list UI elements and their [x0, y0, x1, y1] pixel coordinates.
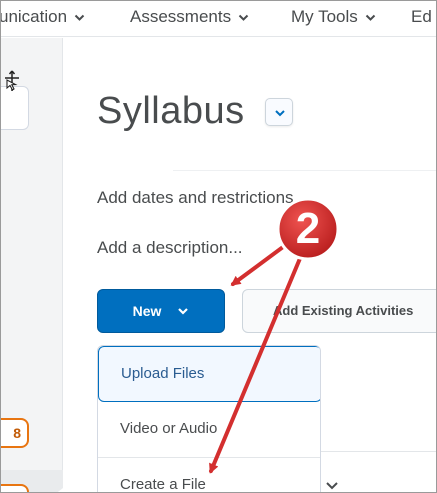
nav-item-communication[interactable]: unication — [0, 7, 85, 27]
content-sidebar: 8 4 — [1, 38, 63, 492]
unread-count-badge: 8 — [1, 418, 29, 448]
add-existing-activities-button[interactable]: Add Existing Activities — [242, 289, 436, 333]
menu-item-create-a-file[interactable]: Create a File — [98, 458, 320, 492]
title-options-button[interactable] — [265, 98, 293, 126]
menu-item-video-or-audio[interactable]: Video or Audio — [98, 402, 320, 458]
nav-item-label: Assessments — [130, 7, 232, 26]
section-divider — [321, 451, 436, 452]
module-content-panel: Syllabus Add dates and restrictions... A… — [63, 38, 436, 492]
top-navigation-bar: unication Assessments My Tools Ed — [0, 1, 436, 37]
chevron-down-icon[interactable] — [325, 478, 339, 492]
nav-item-label: unication — [0, 7, 68, 26]
move-cursor-icon — [3, 70, 21, 92]
chevron-down-icon — [238, 12, 249, 23]
add-description-link[interactable]: Add a description... — [97, 238, 243, 258]
new-button[interactable]: New — [97, 289, 225, 333]
page-title: Syllabus — [97, 90, 245, 132]
screenshot-frame: unication Assessments My Tools Ed 8 Syll… — [0, 0, 437, 493]
sidebar-toggle-button[interactable] — [1, 86, 29, 130]
nav-item-label: My Tools — [291, 7, 358, 26]
unread-count-badge: 4 — [1, 484, 29, 492]
annotation-step-number: 2 — [295, 204, 321, 253]
selected-module-pointer — [45, 488, 63, 492]
nav-item-assessments[interactable]: Assessments — [130, 7, 249, 27]
chevron-down-icon — [177, 305, 189, 317]
new-button-label: New — [132, 303, 162, 319]
chevron-down-icon — [74, 12, 85, 23]
new-dropdown-menu: Upload Files Video or Audio Create a Fil… — [97, 345, 321, 492]
title-divider — [173, 170, 436, 171]
menu-item-upload-files[interactable]: Upload Files — [98, 346, 320, 402]
nav-item-my-tools[interactable]: My Tools — [291, 7, 376, 27]
chevron-down-icon — [365, 12, 376, 23]
nav-item-edit[interactable]: Ed — [411, 7, 432, 27]
nav-item-label: Ed — [411, 7, 432, 26]
